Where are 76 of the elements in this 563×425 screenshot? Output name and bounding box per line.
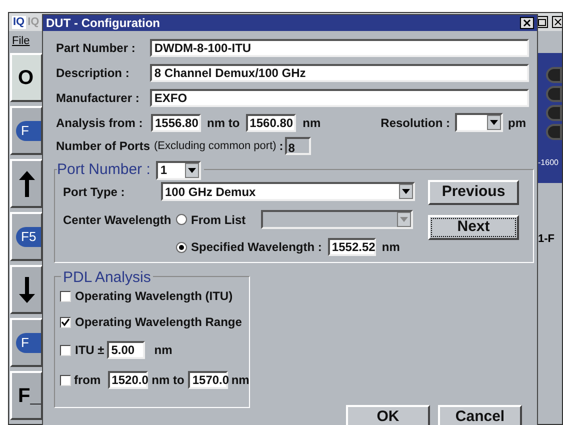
option-label: ITU ± — [75, 342, 104, 359]
input-field[interactable]: 1520.0 — [108, 371, 148, 389]
option-label: Operating Wavelength Range — [75, 314, 242, 331]
side-button[interactable]: O — [10, 53, 43, 102]
unit-label: nm to — [207, 114, 240, 132]
dropdown[interactable]: 100 GHz Demux — [161, 182, 415, 201]
field-label: Port Type : — [63, 184, 126, 200]
app-title: IQ — [28, 14, 40, 30]
input-field[interactable]: 1552.52 — [328, 238, 376, 256]
ok-button[interactable]: OK — [346, 405, 430, 425]
input-field[interactable]: 1570.0 — [188, 371, 228, 389]
connector-icon — [546, 105, 562, 121]
close-icon[interactable] — [520, 17, 534, 29]
app-logo: IQ — [12, 16, 26, 28]
checkbox[interactable] — [60, 316, 71, 328]
dialog-title: DUT - Configuration — [46, 15, 160, 32]
connector-icon — [546, 67, 562, 83]
option-label: Specified Wavelength : — [191, 239, 322, 256]
hint-text: (Excluding common port) — [154, 138, 276, 154]
option-label: Operating Wavelength (ITU) — [75, 288, 233, 305]
connector-icon — [546, 86, 562, 102]
next-button[interactable]: Next — [428, 215, 519, 240]
field-label: Part Number : — [56, 40, 136, 56]
up-arrow-icon — [18, 170, 36, 196]
checkbox[interactable] — [60, 344, 71, 356]
input-field[interactable]: 1560.80 — [246, 114, 296, 132]
unit-label: nm — [382, 239, 400, 256]
radio-button[interactable] — [176, 214, 187, 225]
caret-icon — [400, 217, 408, 222]
input-field[interactable]: DWDM-8-100-ITU — [150, 38, 529, 56]
key-badge: F — [16, 120, 41, 140]
option-label: From List — [191, 212, 247, 228]
down-arrow-icon — [18, 276, 36, 302]
unit-label: pm — [508, 114, 526, 132]
key-badge: F — [16, 332, 41, 352]
checkbox[interactable] — [60, 290, 71, 302]
input-field[interactable]: 5.00 — [107, 341, 146, 359]
field-label: Number of Ports — [56, 138, 150, 155]
panel-label: -1600 — [537, 157, 558, 169]
unit-label: nm — [231, 372, 250, 389]
group-title: Port Number : — [57, 160, 150, 180]
field-label: Description : — [56, 64, 130, 82]
cancel-button[interactable]: Cancel — [438, 405, 522, 425]
menu-item[interactable]: File — [12, 32, 30, 50]
key-badge: F5 — [16, 226, 41, 246]
group-title: PDL Analysis — [63, 269, 151, 286]
caret-icon — [188, 168, 196, 173]
dropdown[interactable] — [455, 113, 503, 132]
connector-icon — [546, 124, 562, 140]
unit-label: nm to — [152, 372, 184, 389]
input-field[interactable]: 8 Channel Demux/100 GHz — [150, 64, 529, 82]
side-button[interactable] — [10, 159, 43, 208]
side-button[interactable]: F — [10, 106, 43, 155]
unit-label: nm — [302, 114, 321, 132]
dropdown[interactable]: 1 — [156, 160, 202, 180]
field-label: Resolution : — [380, 114, 450, 132]
checkbox[interactable] — [60, 374, 71, 386]
side-button[interactable]: F — [10, 318, 43, 367]
colon-text: : — [279, 138, 284, 155]
previous-button[interactable]: Previous — [428, 180, 519, 205]
close-icon[interactable] — [552, 16, 562, 28]
input-field[interactable]: EXFO — [150, 88, 529, 106]
side-button[interactable]: F5 — [10, 212, 43, 261]
caret-icon — [490, 120, 498, 125]
field-label: Center Wavelength — [63, 212, 172, 228]
field-label: Analysis from : — [56, 114, 144, 132]
caret-icon — [402, 189, 410, 194]
option-label: from — [74, 372, 101, 389]
input-field[interactable]: 1556.80 — [151, 114, 201, 132]
unit-label: nm — [154, 342, 172, 359]
readonly-field: 8 — [285, 137, 312, 155]
side-button[interactable] — [10, 265, 43, 314]
field-label: Manufacturer : — [56, 90, 140, 106]
button-label: O — [17, 66, 34, 90]
radio-button[interactable] — [176, 242, 187, 252]
side-label: 1-F — [537, 232, 556, 247]
